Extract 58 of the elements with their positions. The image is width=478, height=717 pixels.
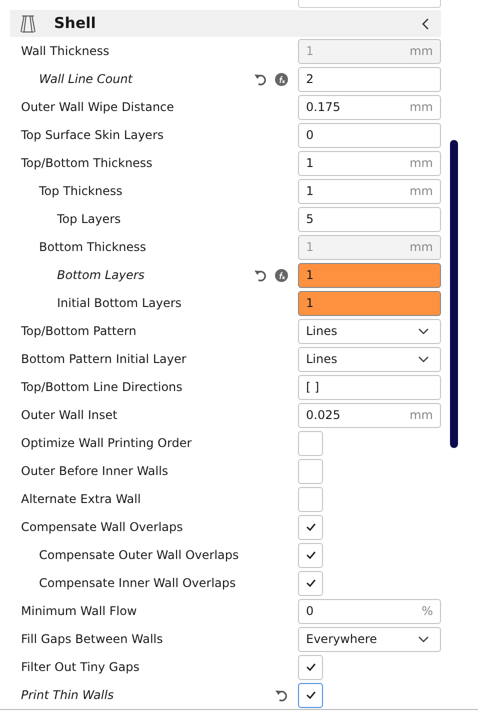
checkbox[interactable] [298,542,323,568]
setting-label: Top/Bottom Pattern [20,323,138,340]
setting-label: Initial Bottom Layers [56,295,183,312]
setting-label: Fill Gaps Between Walls [20,631,164,648]
setting-label: Outer Wall Inset [20,407,118,424]
checkbox[interactable] [298,682,323,708]
dropdown[interactable]: Lines [298,346,441,372]
setting-label: Minimum Wall Flow [20,603,138,620]
section-header[interactable]: Shell [10,10,441,37]
check-icon [306,691,316,699]
input-field[interactable]: 5 [298,206,441,232]
chevron-down-icon [418,356,429,362]
chevron-down-icon [418,328,429,334]
setting-label: Compensate Outer Wall Overlaps [38,547,240,564]
setting-label: Alternate Extra Wall [20,491,142,508]
check-icon [306,523,316,531]
setting-label: Top/Bottom Thickness [20,155,154,172]
scrollbar[interactable] [450,140,458,448]
chevron-down-icon [418,636,429,642]
setting-label: Print Thin Walls [20,687,115,704]
input-field[interactable]: [ ] [298,374,441,400]
checkbox[interactable] [298,570,323,596]
dropdown[interactable]: Lines [298,318,441,344]
setting-label: Outer Wall Wipe Distance [20,99,176,116]
input-field[interactable] [298,0,441,8]
setting-label: Bottom Pattern Initial Layer [20,351,188,368]
dropdown[interactable]: Everywhere [298,626,441,652]
shell-icon [20,14,36,32]
setting-label: Compensate Wall Overlaps [20,519,184,536]
check-icon [306,551,316,559]
setting-label: Outer Before Inner Walls [20,463,170,480]
setting-label: Top Thickness [38,183,124,200]
setting-label: Compensate Inner Wall Overlaps [38,575,237,592]
reset-icon[interactable] [275,688,288,702]
check-icon [306,579,316,587]
chevron-icon[interactable] [421,18,431,30]
setting-label: Wall Line Count [38,71,134,88]
checkbox[interactable] [298,430,323,456]
setting-label: Optimize Wall Printing Order [20,435,193,452]
checkbox[interactable] [298,458,323,484]
setting-label: Wall Thickness [20,43,110,60]
setting-label: Bottom Layers [56,267,146,284]
checkbox[interactable] [298,486,323,512]
setting-label: Top/Bottom Line Directions [20,379,184,396]
checkbox[interactable] [298,514,323,540]
check-icon [306,663,316,671]
setting-label: Top Surface Skin Layers [20,127,165,144]
input-field[interactable]: 0.175 mm [298,94,441,120]
input-field[interactable]: 0 % [298,598,441,624]
setting-label: Top Layers [56,211,122,228]
setting-label: Bottom Thickness [38,239,148,256]
input-field[interactable]: 0 [298,122,441,148]
setting-label: Filter Out Tiny Gaps [20,659,140,676]
input-field[interactable]: 1 mm [298,178,441,204]
section-title: Shell [54,13,97,34]
input-field[interactable]: 0.025 mm [298,402,441,428]
input-field[interactable]: 1 mm [298,150,441,176]
checkbox[interactable] [298,654,323,680]
